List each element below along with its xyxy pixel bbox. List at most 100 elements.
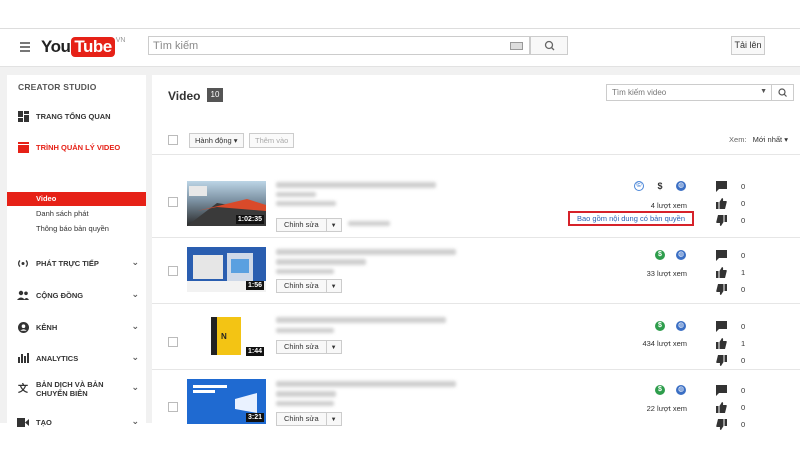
caret-down-icon[interactable]: ▼ [327, 220, 341, 232]
monetization-icon: $ [655, 250, 665, 260]
browser-frame: You Tube VN Tìm kiếm Tải lên CREATOR STU… [0, 28, 800, 430]
video-date-blurred [276, 328, 334, 333]
sidebar-item-label: TẠO [36, 417, 52, 427]
video-title-blurred-line2[interactable] [276, 391, 336, 397]
video-date-blurred [276, 401, 334, 406]
video-title-blurred[interactable] [276, 381, 456, 387]
sort-control[interactable]: Xem: Mới nhất ▾ [729, 135, 788, 144]
video-title-blurred-line2[interactable] [276, 259, 366, 265]
chevron-down-icon[interactable]: ⌄ [131, 257, 139, 268]
video-thumbnail[interactable]: 1:02:35 [187, 181, 266, 226]
sidebar-item-label: KÊNH [36, 322, 58, 332]
analytics-icon [17, 352, 29, 364]
caret-down-icon[interactable]: ▼ [760, 88, 767, 95]
select-all-checkbox[interactable] [168, 135, 178, 145]
sidebar-subitem-video[interactable]: Video [7, 192, 146, 206]
video-title-blurred[interactable] [276, 182, 436, 188]
search-placeholder: Tìm kiếm [153, 40, 199, 52]
sidebar-item-live[interactable]: PHÁT TRỰC TIẾP ⌄ [17, 257, 139, 269]
list-toolbar: Hành động ▾ Thêm vào Xem: Mới nhất ▾ [152, 125, 800, 155]
comment-icon [716, 321, 727, 332]
create-icon [17, 416, 29, 428]
video-thumbnail[interactable]: 3:21 [187, 379, 266, 424]
sidebar-item-label: ANALYTICS [36, 353, 79, 363]
chevron-down-icon[interactable]: ⌄ [131, 383, 139, 392]
edit-button[interactable]: Chỉnh sửa ▼ [276, 218, 342, 232]
add-to-button[interactable]: Thêm vào [249, 133, 295, 148]
thumbs-down-icon [716, 419, 727, 430]
sidebar-item-label: BẢN DỊCH VÀ BẢN CHUYỂN BIÊN [36, 380, 104, 398]
actions-button[interactable]: Hành động ▾ [189, 133, 244, 148]
comments-count: 0 [741, 322, 746, 331]
likes-count: 1 [741, 339, 746, 348]
video-title-blurred[interactable] [276, 317, 446, 323]
video-search-button[interactable] [771, 85, 793, 100]
globe-icon: ◍ [676, 321, 686, 331]
search-button[interactable] [530, 36, 568, 55]
sidebar-item-community[interactable]: CỘNG ĐỒNG ⌄ [17, 289, 139, 301]
sidebar-item-channel[interactable]: KÊNH ⌄ [17, 321, 139, 333]
video-thumbnail[interactable]: N 1:44 [187, 313, 266, 358]
logo-you: You [41, 37, 71, 56]
row-checkbox[interactable] [168, 266, 178, 276]
community-icon [17, 289, 29, 301]
table-row: 1:02:35 Chỉnh sửa ▼ © $ ◍ 4 lượt xem Bao … [152, 172, 800, 238]
keyboard-icon[interactable] [510, 42, 523, 50]
video-duration: 1:56 [245, 281, 264, 290]
edit-button[interactable]: Chỉnh sửa ▼ [276, 340, 342, 354]
edit-button[interactable]: Chỉnh sửa ▼ [276, 412, 342, 426]
edit-label: Chỉnh sửa [277, 341, 327, 353]
thumbs-up-icon [716, 198, 727, 209]
edit-label: Chỉnh sửa [277, 280, 327, 292]
video-count-badge: 10 [207, 88, 223, 102]
caret-down-icon[interactable]: ▼ [327, 414, 341, 426]
thumbs-up-icon [716, 267, 727, 278]
upload-button[interactable]: Tải lên [731, 36, 765, 55]
row-checkbox[interactable] [168, 337, 178, 347]
search-input[interactable]: Tìm kiếm [148, 36, 530, 55]
comment-icon [716, 250, 727, 261]
chevron-down-icon[interactable]: ⌄ [131, 321, 139, 332]
view-count: 4 lượt xem [650, 201, 687, 210]
sidebar-item-create[interactable]: TẠO ⌄ [17, 416, 139, 428]
thumbs-down-icon [716, 284, 727, 295]
video-thumbnail[interactable]: 1:56 [187, 247, 266, 292]
logo-tube: Tube [71, 37, 115, 57]
comments-count: 0 [741, 386, 746, 395]
row-checkbox[interactable] [168, 197, 178, 207]
video-duration: 1:44 [245, 347, 264, 356]
monetization-icon: $ [655, 385, 665, 395]
top-bar: You Tube VN Tìm kiếm Tải lên [0, 29, 800, 67]
caret-down-icon[interactable]: ▼ [327, 342, 341, 354]
video-search-input[interactable]: Tìm kiếm video ▼ [606, 84, 794, 101]
copyright-notice-link[interactable]: Bao gồm nội dung có bản quyền [568, 211, 694, 226]
channel-icon [17, 321, 29, 333]
page-title: Video [168, 89, 201, 103]
menu-icon[interactable] [20, 42, 30, 52]
comments-count: 0 [741, 251, 746, 260]
sidebar-item-video-manager[interactable]: TRÌNH QUẢN LÝ VIDEO [17, 141, 139, 153]
table-row: 3:21 Chỉnh sửa ▼ $ ◍ 22 lượt xem 0 0 0 [152, 370, 800, 436]
sort-value: Mới nhất [752, 135, 783, 144]
video-date-blurred [276, 201, 336, 206]
sidebar-item-dashboard[interactable]: TRANG TỔNG QUAN [17, 110, 139, 122]
row-checkbox[interactable] [168, 402, 178, 412]
dislikes-count: 0 [741, 285, 746, 294]
sidebar-subitem-playlists[interactable]: Danh sách phát [7, 207, 146, 221]
chevron-down-icon[interactable]: ⌄ [131, 352, 139, 363]
caret-down-icon[interactable]: ▼ [327, 281, 341, 293]
video-title-blurred[interactable] [276, 249, 456, 255]
sidebar-subitem-copyright[interactable]: Thông báo bản quyền [7, 222, 146, 236]
chevron-down-icon[interactable]: ⌄ [131, 289, 139, 300]
video-duration: 3:21 [245, 413, 264, 422]
youtube-logo[interactable]: You Tube VN [41, 37, 125, 57]
sidebar-item-label: TRANG TỔNG QUAN [36, 111, 111, 121]
edit-button[interactable]: Chỉnh sửa ▼ [276, 279, 342, 293]
view-count: 22 lượt xem [646, 404, 687, 413]
comment-icon [716, 181, 727, 192]
sidebar-item-translations[interactable]: 文 BẢN DỊCH VÀ BẢN CHUYỂN BIÊN ⌄ [17, 380, 139, 398]
sidebar-item-analytics[interactable]: ANALYTICS ⌄ [17, 352, 139, 364]
chevron-down-icon[interactable]: ⌄ [131, 416, 139, 427]
sidebar: CREATOR STUDIO TRANG TỔNG QUAN TRÌNH QUẢ… [7, 75, 146, 427]
comments-count: 0 [741, 182, 746, 191]
